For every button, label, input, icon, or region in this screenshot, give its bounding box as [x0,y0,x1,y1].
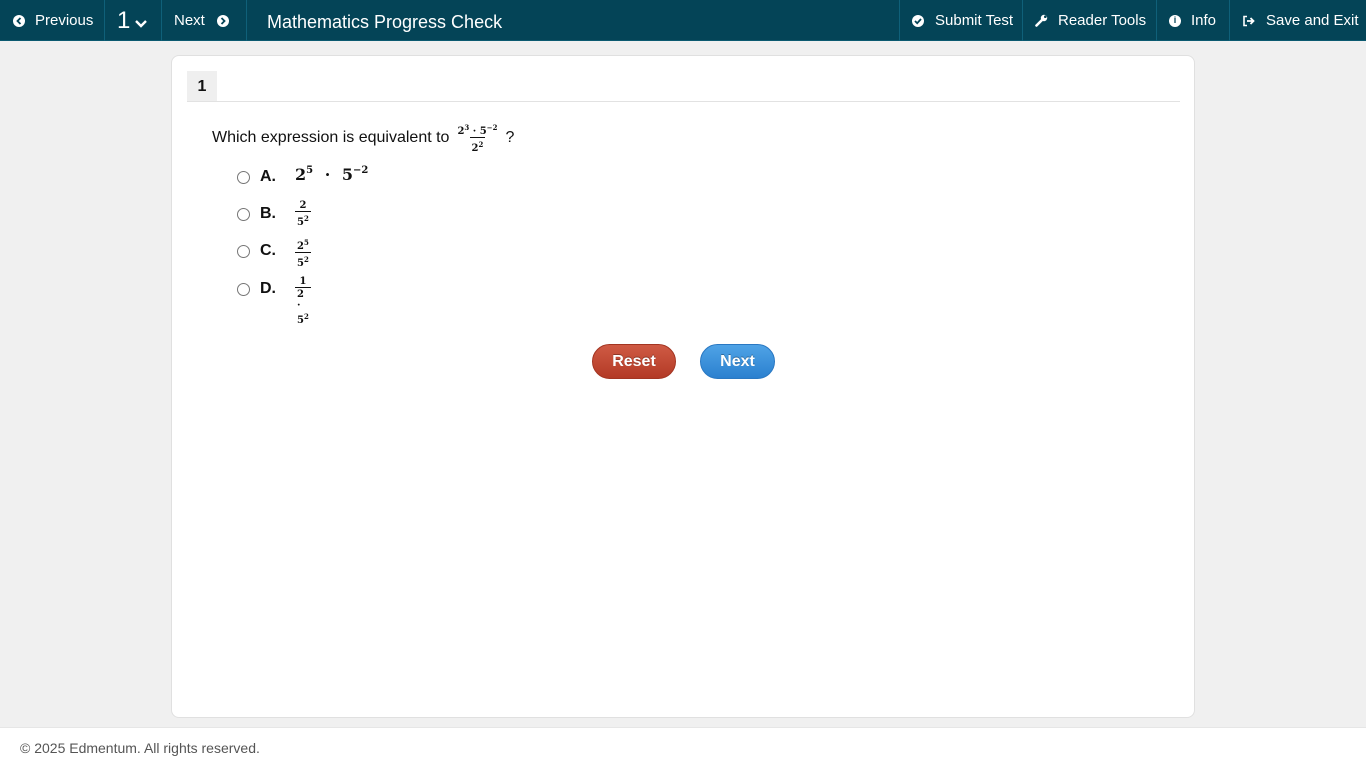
option-a-math: 25 · 5−2 [295,165,368,184]
expr-dot: · [472,126,477,137]
expr-num-a-exp: 3 [464,123,470,132]
option-a-letter: A. [260,168,276,185]
info-circle-icon: i [1169,14,1181,27]
submit-test-label: Submit Test [935,12,1014,29]
option-b-letter: B. [260,205,276,222]
option-b-radio[interactable] [237,207,250,221]
question-selector-number: 1 [117,6,131,34]
opt-a-exp1: 5 [306,165,314,176]
option-d-math: 1 2 · 52 [295,276,311,326]
option-a-radio[interactable] [237,170,250,184]
option-d-radio[interactable] [237,282,250,296]
opt-d-num: 1 [299,276,307,287]
option-b[interactable]: B. 2 52 [237,200,311,228]
opt-a-dot: · [324,165,331,184]
check-circle-icon [912,14,924,27]
question-card: 1 Which expression is equivalent to 23 ·… [171,55,1195,718]
chevron-down-icon [134,19,148,29]
opt-c-den-base: 5 [297,258,304,269]
question-selector[interactable]: 1 [105,0,162,41]
option-b-math: 2 52 [295,200,311,228]
test-title: Mathematics Progress Check [267,12,503,32]
opt-a-exp2: −2 [352,165,369,176]
opt-a-base2: 5 [341,165,353,184]
opt-b-den-base: 5 [297,217,304,228]
opt-d-den-a: 2 [297,289,304,300]
opt-d-den-b: 5 [297,315,304,326]
previous-label: Previous [35,12,94,29]
expr-num-b: 5 [479,126,487,137]
option-c-radio[interactable] [237,244,250,258]
wrench-icon [1035,14,1048,27]
expr-den-exp: 2 [478,140,484,149]
previous-button[interactable]: Previous [0,0,105,41]
save-exit-button[interactable]: Save and Exit [1230,0,1366,41]
save-exit-label: Save and Exit [1266,12,1359,29]
copyright-text: © 2025 Edmentum. All rights reserved. [20,740,260,756]
sign-out-icon [1242,15,1255,27]
option-c-math: 25 52 [295,237,311,269]
question-expression: 23 · 5−2 22 [455,122,499,154]
opt-b-num: 2 [299,200,307,211]
submit-test-button[interactable]: Submit Test [899,0,1023,41]
reader-tools-label: Reader Tools [1058,12,1147,29]
question-divider [187,101,1180,102]
top-toolbar: Previous 1 Next Mathematics Progress Che… [0,0,1366,41]
reset-button[interactable]: Reset [592,344,676,379]
opt-b-den-exp: 2 [303,214,309,223]
expr-num-b-exp: −2 [486,123,498,132]
question-prompt-text: Which expression is equivalent to [212,129,450,146]
opt-c-num-exp: 5 [303,238,309,247]
reader-tools-button[interactable]: Reader Tools [1023,0,1157,41]
footer: © 2025 Edmentum. All rights reserved. [0,727,1366,768]
option-d[interactable]: D. 1 2 · 52 [237,276,311,326]
opt-c-den-exp: 2 [303,255,309,264]
next-label: Next [174,12,205,29]
arrow-right-circle-icon [216,14,229,27]
question-prompt-end: ? [505,129,515,146]
info-label: Info [1191,12,1217,29]
opt-c-num-base: 2 [297,241,304,252]
next-question-button[interactable]: Next [162,0,247,41]
arrow-left-circle-icon [13,14,25,27]
opt-d-den-exp: 2 [303,312,309,321]
option-c-letter: C. [260,242,276,259]
info-button[interactable]: i Info [1157,0,1230,41]
option-a[interactable]: A. 25 · 5−2 [237,165,368,185]
next-button[interactable]: Next [700,344,775,379]
question-number-tab: 1 [187,71,217,102]
option-c[interactable]: C. 25 52 [237,238,311,269]
opt-d-dot: · [297,300,301,311]
question-prompt: Which expression is equivalent to 23 · 5… [212,122,514,154]
expr-den: 2 [471,143,479,154]
option-d-letter: D. [260,280,276,297]
opt-a-base1: 2 [295,165,307,184]
